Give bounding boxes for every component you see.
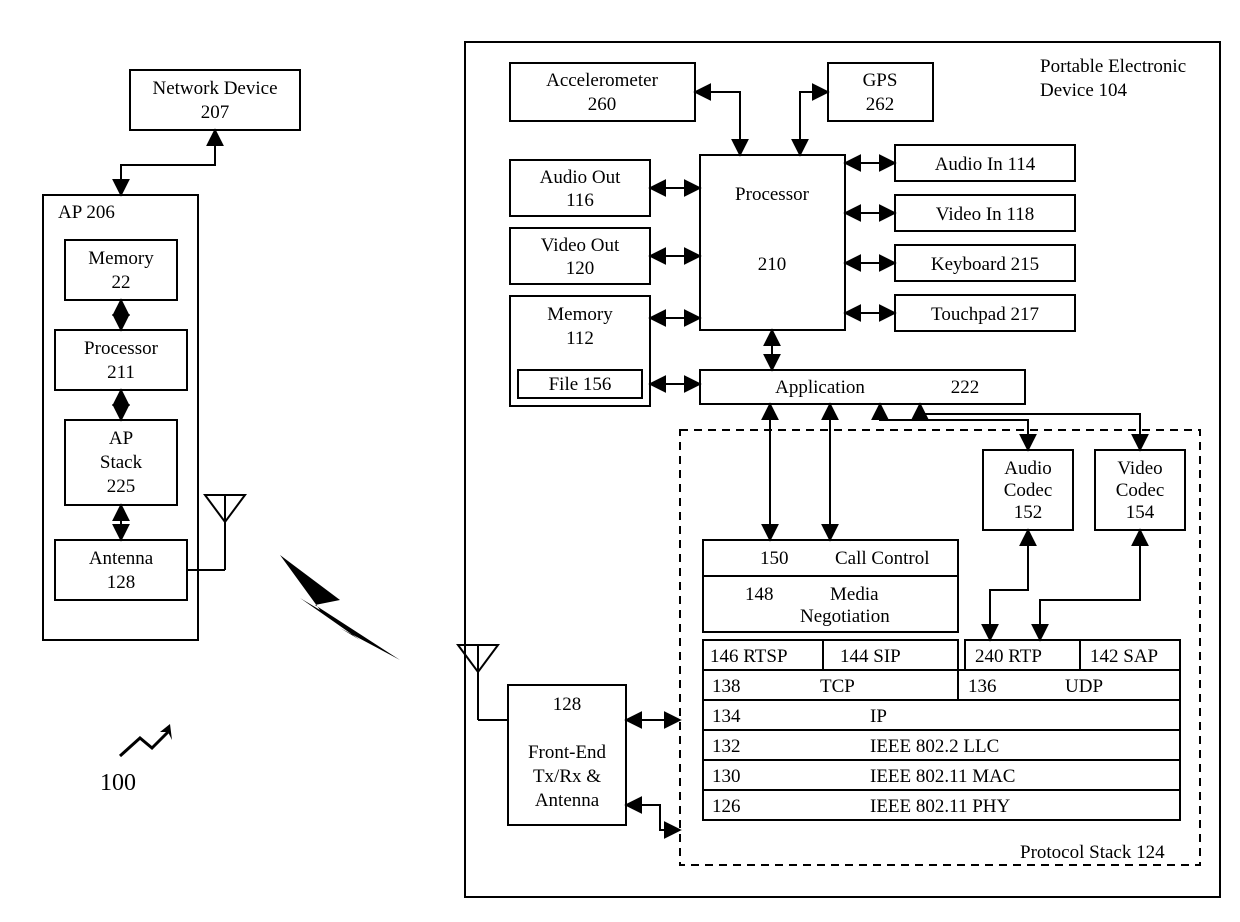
svg-text:100: 100 — [100, 770, 136, 796]
svg-text:116: 116 — [566, 190, 594, 211]
svg-text:IP: IP — [870, 706, 887, 727]
ip-box: 134 IP — [703, 700, 1180, 730]
svg-text:UDP: UDP — [1065, 676, 1103, 697]
svg-text:142 SAP: 142 SAP — [1090, 646, 1158, 667]
svg-text:AP 206: AP 206 — [58, 202, 115, 223]
processor-box: Processor 210 — [700, 155, 845, 330]
touchpad-box: Touchpad 217 — [895, 295, 1075, 331]
svg-text:TCP: TCP — [820, 676, 855, 697]
svg-text:144 SIP: 144 SIP — [840, 646, 901, 667]
rtsp-box: 146 RTSP — [703, 640, 823, 670]
svg-text:IEEE 802.11 PHY: IEEE 802.11 PHY — [870, 796, 1010, 817]
svg-text:Audio Out: Audio Out — [540, 167, 621, 188]
svg-text:Tx/Rx &: Tx/Rx & — [533, 766, 601, 787]
svg-text:Codec: Codec — [1004, 480, 1053, 501]
ap-antenna-num: 128 — [107, 572, 136, 593]
ap-title-num: 206 — [86, 202, 115, 223]
accelerometer-box: Accelerometer 260 — [510, 63, 695, 121]
network-device-label: Network Device — [152, 78, 277, 99]
video-out-box: Video Out 120 — [510, 228, 650, 284]
svg-text:210: 210 — [758, 254, 787, 275]
svg-text:IEEE 802.11 MAC: IEEE 802.11 MAC — [870, 766, 1015, 787]
frontend-box: 128 Front-End Tx/Rx & Antenna — [508, 685, 626, 825]
figure-ref: 100 — [100, 724, 172, 796]
svg-text:240 RTP: 240 RTP — [975, 646, 1042, 667]
svg-text:Keyboard 215: Keyboard 215 — [931, 254, 1039, 275]
svg-text:Touchpad 217: Touchpad 217 — [931, 304, 1039, 325]
phy-box: 126 IEEE 802.11 PHY — [703, 790, 1180, 820]
svg-text:128: 128 — [553, 694, 582, 715]
ap-processor-label: Processor — [84, 338, 159, 359]
mac-box: 130 IEEE 802.11 MAC — [703, 760, 1180, 790]
svg-text:Stack: Stack — [100, 452, 143, 473]
svg-text:132: 132 — [712, 736, 741, 757]
network-device-num: 207 — [201, 102, 230, 123]
gps-box: GPS 262 — [828, 63, 933, 121]
svg-text:262: 262 — [866, 94, 895, 115]
ap-memory-num: 22 — [112, 272, 131, 293]
ap-antenna-label: Antenna — [89, 548, 154, 569]
svg-text:260: 260 — [588, 94, 617, 115]
svg-text:152: 152 — [1014, 502, 1043, 523]
svg-text:Video Out: Video Out — [541, 235, 620, 256]
audio-out-box: Audio Out 116 — [510, 160, 650, 216]
svg-text:Call Control: Call Control — [835, 548, 929, 569]
svg-text:Memory: Memory — [547, 304, 613, 325]
audio-codec-box: Audio Codec 152 — [983, 450, 1073, 530]
svg-text:Video: Video — [1117, 458, 1162, 479]
ap-memory-label: Memory — [88, 248, 154, 269]
svg-text:120: 120 — [566, 258, 595, 279]
ap-antenna-icon — [187, 495, 245, 570]
svg-text:112: 112 — [566, 328, 594, 349]
svg-text:134: 134 — [712, 706, 741, 727]
tcp-box: 138 TCP — [703, 670, 958, 700]
protocol-stack-title: Protocol Stack — [1020, 842, 1132, 863]
sap-box: 142 SAP — [1080, 640, 1180, 670]
svg-text:Negotiation: Negotiation — [800, 606, 890, 627]
svg-text:154: 154 — [1126, 502, 1155, 523]
ap-processor-num: 211 — [107, 362, 135, 383]
svg-text:Media: Media — [830, 584, 879, 605]
application-box: Application 222 — [700, 370, 1025, 404]
video-codec-box: Video Codec 154 — [1095, 450, 1185, 530]
ap-title: AP — [58, 202, 82, 223]
ap-stack-num: 225 — [107, 476, 136, 497]
protocol-stack-num: 124 — [1136, 842, 1165, 863]
svg-text:130: 130 — [712, 766, 741, 787]
network-device-box: Network Device 207 — [130, 70, 300, 130]
sip-box: 144 SIP — [823, 640, 958, 670]
ped-title-line1: Portable Electronic — [1040, 56, 1186, 77]
svg-text:Processor: Processor — [735, 184, 810, 205]
svg-text:146 RTSP: 146 RTSP — [710, 646, 788, 667]
ped-title-line2: Device 104 — [1040, 80, 1128, 101]
svg-text:Antenna: Antenna — [535, 790, 600, 811]
svg-text:148: 148 — [745, 584, 774, 605]
svg-text:GPS: GPS — [863, 70, 898, 91]
memory-box: Memory 112 File 156 — [510, 296, 650, 406]
svg-text:File 156: File 156 — [549, 374, 612, 395]
svg-text:222: 222 — [951, 377, 980, 398]
video-in-box: Video In 118 — [895, 195, 1075, 231]
svg-text:AP: AP — [109, 428, 133, 449]
svg-text:138: 138 — [712, 676, 741, 697]
svg-text:Audio In 114: Audio In 114 — [935, 154, 1036, 175]
svg-text:136: 136 — [968, 676, 997, 697]
svg-text:IEEE 802.2 LLC: IEEE 802.2 LLC — [870, 736, 999, 757]
svg-text:Codec: Codec — [1116, 480, 1165, 501]
svg-text:150: 150 — [760, 548, 789, 569]
wireless-bolt-icon — [280, 555, 400, 660]
audio-in-box: Audio In 114 — [895, 145, 1075, 181]
udp-box: 136 UDP — [958, 670, 1180, 700]
svg-text:Video In 118: Video In 118 — [936, 204, 1034, 225]
rtp-box: 240 RTP — [965, 640, 1080, 670]
svg-text:Protocol Stack 124: Protocol Stack 124 — [1020, 842, 1165, 863]
svg-text:126: 126 — [712, 796, 741, 817]
svg-text:Audio: Audio — [1004, 458, 1052, 479]
svg-text:Front-End: Front-End — [528, 742, 607, 763]
keyboard-box: Keyboard 215 — [895, 245, 1075, 281]
svg-text:Accelerometer: Accelerometer — [546, 70, 658, 91]
llc-box: 132 IEEE 802.2 LLC — [703, 730, 1180, 760]
svg-text:Application: Application — [775, 377, 865, 398]
